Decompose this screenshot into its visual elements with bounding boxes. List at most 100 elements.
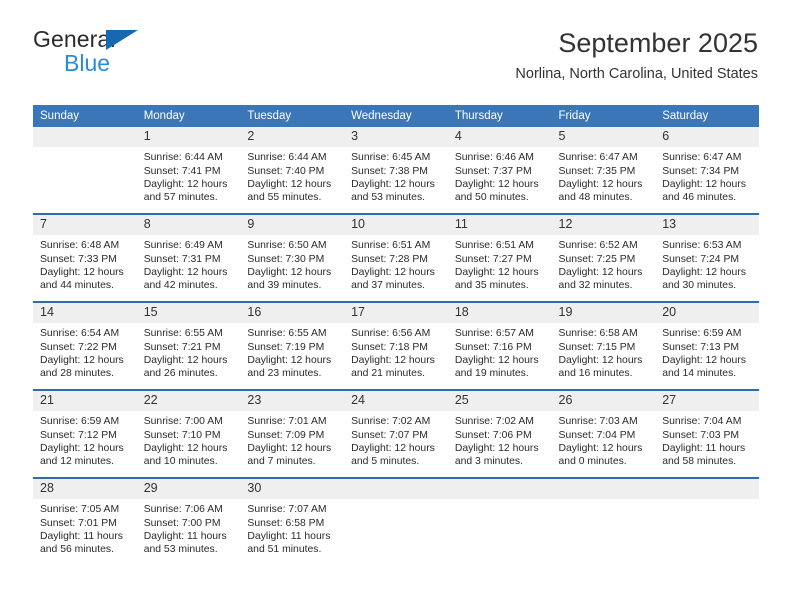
day-detail-line: and 35 minutes. <box>454 280 529 292</box>
day-detail-line: and 39 minutes. <box>247 280 322 292</box>
day-detail-line: Sunrise: 6:46 AM <box>454 152 534 164</box>
day-detail-line: and 16 minutes. <box>558 368 633 380</box>
day-number: 15 <box>136 303 241 324</box>
calendar-day-cell[interactable]: 28 Sunrise: 7:05 AM Sunset: 7:01 PM Dayligh… <box>33 477 137 565</box>
day-detail-line: Sunset: 7:15 PM <box>558 341 636 353</box>
calendar-day-cell[interactable]: 25 Sunrise: 7:02 AM Sunset: 7:06 PM Dayligh… <box>447 389 552 478</box>
calendar-day-cell[interactable]: 26 Sunrise: 7:03 AM Sunset: 7:04 PM Dayligh… <box>551 389 656 478</box>
day-number <box>344 479 448 500</box>
calendar-day-cell[interactable]: 1 Sunrise: 6:44 AM Sunset: 7:41 PM Daylight… <box>136 127 241 214</box>
day-detail-line: Sunset: 7:01 PM <box>40 517 117 529</box>
day-detail-line: Sunset: 7:24 PM <box>662 253 740 265</box>
sunrise-sunset-calendar: Sunday Monday Tuesday Wednesday Thursday Frid… <box>33 105 759 565</box>
day-detail-line: Sunset: 7:18 PM <box>351 341 428 353</box>
day-detail-line: Sunrise: 6:52 AM <box>558 240 638 252</box>
calendar-day-cell[interactable]: 29 Sunrise: 7:06 AM Sunset: 7:00 PM Dayligh… <box>136 477 241 565</box>
calendar-day-cell[interactable]: 13 Sunrise: 6:53 AM Sunset: 7:24 PM Dayligh… <box>655 213 759 302</box>
calendar-day-cell[interactable]: 21 Sunrise: 6:59 AM Sunset: 7:12 PM Dayligh… <box>33 389 137 478</box>
day-detail-line: Daylight: 12 hours <box>662 178 746 190</box>
day-detail-line: Sunrise: 6:48 AM <box>40 240 120 252</box>
day-number <box>655 479 759 500</box>
calendar-day-cell[interactable]: 6 Sunrise: 6:47 AM Sunset: 7:34 PM Daylight… <box>655 127 759 214</box>
calendar-week-row: 14 Sunrise: 6:54 AM Sunset: 7:22 PM Dayligh… <box>33 301 759 390</box>
day-detail-line: Sunset: 7:03 PM <box>662 429 740 441</box>
day-detail-line: and 58 minutes. <box>662 456 737 468</box>
calendar-day-cell-empty <box>447 477 552 565</box>
logo-text-general: General <box>33 26 116 52</box>
day-details: Sunrise: 7:07 AM Sunset: 6:58 PM Daylight:… <box>240 499 344 557</box>
day-detail-line: and 10 minutes. <box>143 456 218 468</box>
day-detail-line: Sunrise: 6:51 AM <box>454 240 534 252</box>
day-details: Sunrise: 6:51 AM Sunset: 7:27 PM Daylight:… <box>448 235 552 293</box>
calendar-day-cell[interactable]: 4 Sunrise: 6:46 AM Sunset: 7:37 PM Daylight… <box>447 127 552 214</box>
day-number <box>447 479 552 500</box>
day-number: 20 <box>655 303 759 324</box>
calendar-day-cell[interactable]: 24 Sunrise: 7:02 AM Sunset: 7:07 PM Dayligh… <box>344 389 448 478</box>
day-number: 4 <box>447 127 552 148</box>
page-title: September 2025 <box>558 28 758 58</box>
calendar-day-cell[interactable]: 19 Sunrise: 6:58 AM Sunset: 7:15 PM Dayligh… <box>551 301 656 390</box>
day-number: 6 <box>655 127 759 148</box>
day-detail-line: Daylight: 12 hours <box>143 266 228 278</box>
calendar-day-cell[interactable]: 27 Sunrise: 7:04 AM Sunset: 7:03 PM Dayligh… <box>655 389 759 478</box>
day-detail-line: Sunrise: 7:07 AM <box>247 504 327 516</box>
calendar-day-cell[interactable]: 3 Sunrise: 6:45 AM Sunset: 7:38 PM Daylight… <box>344 127 448 214</box>
day-detail-line: Sunset: 7:37 PM <box>454 165 532 177</box>
day-detail-line: Sunset: 7:38 PM <box>351 165 428 177</box>
day-detail-line: Daylight: 12 hours <box>558 442 643 454</box>
day-detail-line: and 55 minutes. <box>247 192 322 204</box>
calendar-day-cell[interactable]: 9 Sunrise: 6:50 AM Sunset: 7:30 PM Daylight… <box>240 213 345 302</box>
day-detail-line: Daylight: 12 hours <box>247 178 332 190</box>
day-detail-line: Daylight: 12 hours <box>40 442 124 454</box>
day-details: Sunrise: 6:52 AM Sunset: 7:25 PM Daylight:… <box>552 235 656 293</box>
weekday-header-saturday: Saturday <box>655 105 759 127</box>
day-number: 24 <box>344 391 448 412</box>
calendar-day-cell[interactable]: 7 Sunrise: 6:48 AM Sunset: 7:33 PM Daylight… <box>33 213 137 302</box>
calendar-day-cell-empty <box>551 477 656 565</box>
calendar-day-cell[interactable]: 11 Sunrise: 6:51 AM Sunset: 7:27 PM Dayligh… <box>447 213 552 302</box>
day-detail-line: and 3 minutes. <box>454 456 523 468</box>
calendar-day-cell[interactable]: 30 Sunrise: 7:07 AM Sunset: 6:58 PM Dayligh… <box>240 477 345 565</box>
calendar-day-cell[interactable]: 5 Sunrise: 6:47 AM Sunset: 7:35 PM Daylight… <box>551 127 656 214</box>
day-detail-line: and 23 minutes. <box>247 368 322 380</box>
day-detail-line: Sunset: 7:35 PM <box>558 165 636 177</box>
day-detail-line: and 57 minutes. <box>143 192 218 204</box>
day-details: Sunrise: 6:58 AM Sunset: 7:15 PM Daylight:… <box>552 323 656 381</box>
day-detail-line: Daylight: 12 hours <box>454 442 539 454</box>
day-detail-line: Daylight: 12 hours <box>351 354 435 366</box>
day-detail-line: Sunrise: 6:55 AM <box>143 328 223 340</box>
calendar-day-cell[interactable]: 15 Sunrise: 6:55 AM Sunset: 7:21 PM Dayligh… <box>136 301 241 390</box>
day-detail-line: and 32 minutes. <box>558 280 633 292</box>
day-details: Sunrise: 7:01 AM Sunset: 7:09 PM Daylight:… <box>240 411 344 469</box>
day-detail-line: Sunset: 6:58 PM <box>247 517 325 529</box>
calendar-day-cell[interactable]: 20 Sunrise: 6:59 AM Sunset: 7:13 PM Dayligh… <box>655 301 759 390</box>
calendar-day-cell[interactable]: 23 Sunrise: 7:01 AM Sunset: 7:09 PM Dayligh… <box>240 389 345 478</box>
day-detail-line: Sunrise: 6:50 AM <box>247 240 327 252</box>
calendar-day-cell-empty <box>344 477 448 565</box>
day-detail-line: Sunset: 7:21 PM <box>143 341 221 353</box>
calendar-day-cell[interactable]: 14 Sunrise: 6:54 AM Sunset: 7:22 PM Dayligh… <box>33 301 137 390</box>
day-details: Sunrise: 6:53 AM Sunset: 7:24 PM Daylight:… <box>655 235 759 293</box>
calendar-day-cell[interactable]: 12 Sunrise: 6:52 AM Sunset: 7:25 PM Dayligh… <box>551 213 656 302</box>
weekday-headers: Sunday Monday Tuesday Wednesday Thursday Frid… <box>33 105 759 127</box>
day-detail-line: Sunrise: 6:57 AM <box>454 328 534 340</box>
page-header: General Blue September 2025 Norlina, Nor… <box>33 28 758 98</box>
day-details: Sunrise: 7:05 AM Sunset: 7:01 PM Daylight:… <box>33 499 137 557</box>
calendar-day-cell[interactable]: 2 Sunrise: 6:44 AM Sunset: 7:40 PM Daylight… <box>240 127 345 214</box>
calendar-day-cell[interactable]: 16 Sunrise: 6:55 AM Sunset: 7:19 PM Dayligh… <box>240 301 345 390</box>
day-detail-line: Sunset: 7:10 PM <box>143 429 221 441</box>
day-detail-line: and 46 minutes. <box>662 192 737 204</box>
calendar-day-cell[interactable]: 10 Sunrise: 6:51 AM Sunset: 7:28 PM Dayligh… <box>344 213 448 302</box>
calendar-day-cell[interactable]: 17 Sunrise: 6:56 AM Sunset: 7:18 PM Dayligh… <box>344 301 448 390</box>
day-detail-line: Sunrise: 6:54 AM <box>40 328 120 340</box>
day-details: Sunrise: 6:59 AM Sunset: 7:13 PM Daylight:… <box>655 323 759 381</box>
calendar-day-cell[interactable]: 22 Sunrise: 7:00 AM Sunset: 7:10 PM Dayligh… <box>136 389 241 478</box>
day-details: Sunrise: 6:47 AM Sunset: 7:35 PM Daylight:… <box>552 147 656 205</box>
day-detail-line: Sunset: 7:40 PM <box>247 165 325 177</box>
logo-text-blue: Blue <box>64 50 111 76</box>
calendar-day-cell[interactable]: 18 Sunrise: 6:57 AM Sunset: 7:16 PM Dayligh… <box>447 301 552 390</box>
calendar-day-cell[interactable]: 8 Sunrise: 6:49 AM Sunset: 7:31 PM Daylight… <box>136 213 241 302</box>
day-detail-line: Daylight: 11 hours <box>247 530 331 542</box>
day-number: 14 <box>33 303 137 324</box>
day-number: 26 <box>551 391 656 412</box>
